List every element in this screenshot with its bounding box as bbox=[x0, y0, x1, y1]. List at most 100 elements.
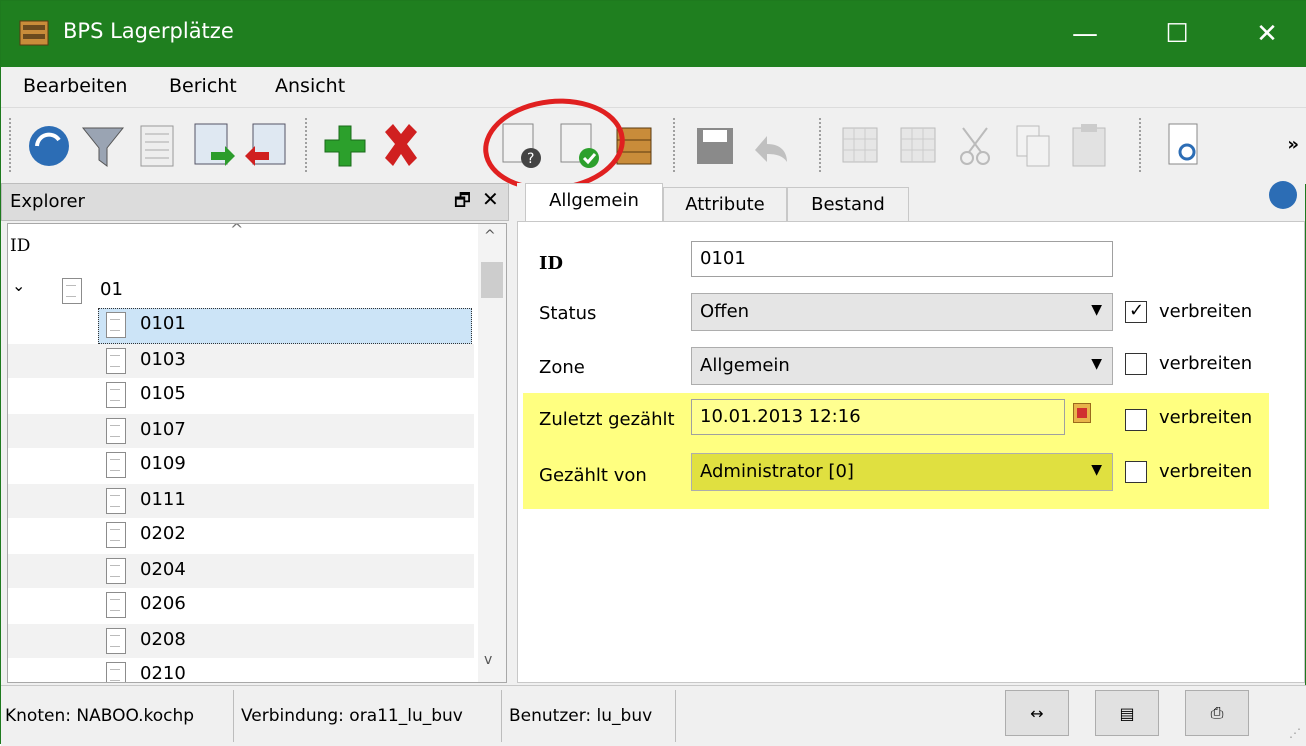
list-item-label: 0206 bbox=[140, 593, 186, 614]
save-icon[interactable] bbox=[691, 118, 739, 174]
status-value: Offen bbox=[700, 301, 750, 322]
scroll-up-icon[interactable]: ^ bbox=[484, 228, 496, 244]
help-globe-icon[interactable] bbox=[1269, 181, 1297, 209]
counted-by-select[interactable]: Administrator [0] ▼ bbox=[691, 453, 1113, 491]
zone-propagate-checkbox[interactable] bbox=[1125, 353, 1147, 375]
toolbar-overflow-button[interactable]: » bbox=[1287, 134, 1299, 155]
document-icon bbox=[106, 418, 126, 444]
chevron-down-icon[interactable]: ⌄ bbox=[12, 276, 25, 295]
export-icon[interactable] bbox=[243, 118, 291, 174]
copy-icon[interactable] bbox=[1009, 118, 1057, 174]
list-item[interactable]: 0101 bbox=[8, 308, 474, 342]
menu-item-bericht[interactable]: Bericht bbox=[169, 75, 237, 97]
list-item[interactable]: 0210 bbox=[8, 658, 474, 683]
tab-bestand[interactable]: Bestand bbox=[787, 187, 909, 221]
minimize-button[interactable]: — bbox=[1039, 1, 1131, 67]
document-icon bbox=[106, 522, 126, 548]
add-icon[interactable] bbox=[321, 118, 369, 174]
grid-add-icon[interactable] bbox=[837, 118, 885, 174]
list-item-label: 0105 bbox=[140, 383, 186, 404]
id-label: ID bbox=[539, 253, 564, 274]
list-item-label: 0210 bbox=[140, 663, 186, 683]
id-field[interactable]: 0101 bbox=[691, 241, 1113, 277]
vertical-scrollbar[interactable]: ^ v bbox=[478, 224, 506, 682]
calendar-icon[interactable] bbox=[1073, 403, 1091, 423]
tree-node-root[interactable]: ⌄ 01 bbox=[8, 274, 474, 308]
counted-propagate-checkbox[interactable] bbox=[1125, 409, 1147, 431]
status-user: Benutzer: lu_buv bbox=[509, 706, 653, 726]
filter-icon[interactable] bbox=[79, 118, 127, 174]
title-bar: BPS Lagerplätze — ☐ ✕ bbox=[1, 1, 1306, 67]
scroll-down-icon[interactable]: v bbox=[484, 652, 492, 668]
status-propagate-label: verbreiten bbox=[1159, 301, 1253, 322]
explorer-tree[interactable]: ^ ID ⌄ 01 0101 0103 0105 0107 0109 0111 … bbox=[7, 223, 507, 683]
fit-width-button[interactable]: ↔ bbox=[1005, 690, 1069, 736]
list-item[interactable]: 0103 bbox=[8, 344, 474, 378]
status-select[interactable]: Offen ▼ bbox=[691, 293, 1113, 331]
import-icon[interactable] bbox=[189, 118, 237, 174]
list-item[interactable]: 0206 bbox=[8, 588, 474, 622]
zone-label: Zone bbox=[539, 357, 585, 378]
chevron-down-icon: ▼ bbox=[1091, 302, 1102, 318]
sort-caret-icon: ^ bbox=[230, 223, 244, 239]
window-title: BPS Lagerplätze bbox=[63, 19, 234, 43]
undo-icon[interactable] bbox=[747, 118, 795, 174]
scroll-thumb[interactable] bbox=[481, 262, 503, 298]
list-item-label: 0208 bbox=[140, 629, 186, 650]
counted-by-propagate-checkbox[interactable] bbox=[1125, 461, 1147, 483]
list-item-label: 0107 bbox=[140, 419, 186, 440]
status-label: Status bbox=[539, 303, 597, 324]
list-icon[interactable] bbox=[133, 118, 181, 174]
list-item-label: 0202 bbox=[140, 523, 186, 544]
document-icon bbox=[106, 348, 126, 374]
maximize-icon: ☐ bbox=[1165, 19, 1189, 49]
maximize-button[interactable]: ☐ bbox=[1131, 1, 1223, 67]
explorer-panel: Explorer 🗗 ✕ ^ ID ⌄ 01 0101 0103 0105 01… bbox=[1, 183, 509, 683]
list-item-label: 0109 bbox=[140, 453, 186, 474]
main-window: BPS Lagerplätze — ☐ ✕ Bearbeiten Bericht… bbox=[0, 0, 1306, 746]
status-bar: Knoten: NABOO.kochp Verbindung: ora11_lu… bbox=[1, 685, 1306, 746]
tree-node-label: 01 bbox=[100, 279, 123, 300]
tab-allgemein[interactable]: Allgemein bbox=[525, 183, 663, 221]
preview-icon[interactable] bbox=[1161, 118, 1209, 174]
zone-select[interactable]: Allgemein ▼ bbox=[691, 347, 1113, 385]
grid-delete-icon[interactable] bbox=[895, 118, 943, 174]
list-item-label: 0101 bbox=[140, 313, 186, 334]
minimize-icon: — bbox=[1072, 19, 1098, 49]
menu-item-ansicht[interactable]: Ansicht bbox=[275, 75, 345, 97]
zone-value: Allgemein bbox=[700, 355, 790, 376]
import-list-button[interactable]: ▤ bbox=[1095, 690, 1159, 736]
list-item[interactable]: 0208 bbox=[8, 624, 474, 658]
counted-by-label: Gezählt von bbox=[539, 465, 647, 486]
toolbar-grip bbox=[9, 118, 15, 172]
menu-item-bearbeiten[interactable]: Bearbeiten bbox=[23, 75, 127, 97]
list-item[interactable]: 0202 bbox=[8, 518, 474, 552]
document-icon bbox=[106, 592, 126, 618]
counted-by-value: Administrator [0] bbox=[700, 461, 854, 482]
tab-bar: Allgemein Attribute Bestand bbox=[517, 183, 1305, 221]
counted-date-field[interactable]: 10.01.2013 12:16 bbox=[691, 399, 1065, 435]
refresh-icon[interactable] bbox=[25, 118, 73, 174]
status-propagate-checkbox[interactable]: ✓ bbox=[1125, 300, 1147, 323]
list-item[interactable]: 0109 bbox=[8, 448, 474, 482]
close-button[interactable]: ✕ bbox=[1221, 1, 1306, 67]
cut-icon[interactable] bbox=[953, 118, 1001, 174]
list-item[interactable]: 0105 bbox=[8, 378, 474, 412]
tab-attribute[interactable]: Attribute bbox=[663, 187, 787, 221]
close-panel-icon[interactable]: ✕ bbox=[482, 187, 499, 211]
list-item[interactable]: 0111 bbox=[8, 484, 474, 518]
list-item[interactable]: 0204 bbox=[8, 554, 474, 588]
document-icon bbox=[106, 662, 126, 682]
column-header-id[interactable]: ID bbox=[10, 236, 30, 256]
check-icon: ✓ bbox=[1129, 300, 1145, 321]
resize-grip-icon[interactable]: ⋰ bbox=[1289, 726, 1301, 740]
bookshelf-icon bbox=[19, 20, 49, 46]
list-item[interactable]: 0107 bbox=[8, 414, 474, 448]
printer-button[interactable]: ⎙ bbox=[1185, 690, 1249, 736]
counted-propagate-label: verbreiten bbox=[1159, 407, 1253, 428]
delete-icon[interactable] bbox=[377, 118, 425, 174]
restore-icon[interactable]: 🗗 bbox=[454, 188, 471, 218]
list-item-label: 0103 bbox=[140, 349, 186, 370]
paste-icon[interactable] bbox=[1065, 118, 1113, 174]
status-connection: Verbindung: ora11_lu_buv bbox=[241, 706, 463, 726]
